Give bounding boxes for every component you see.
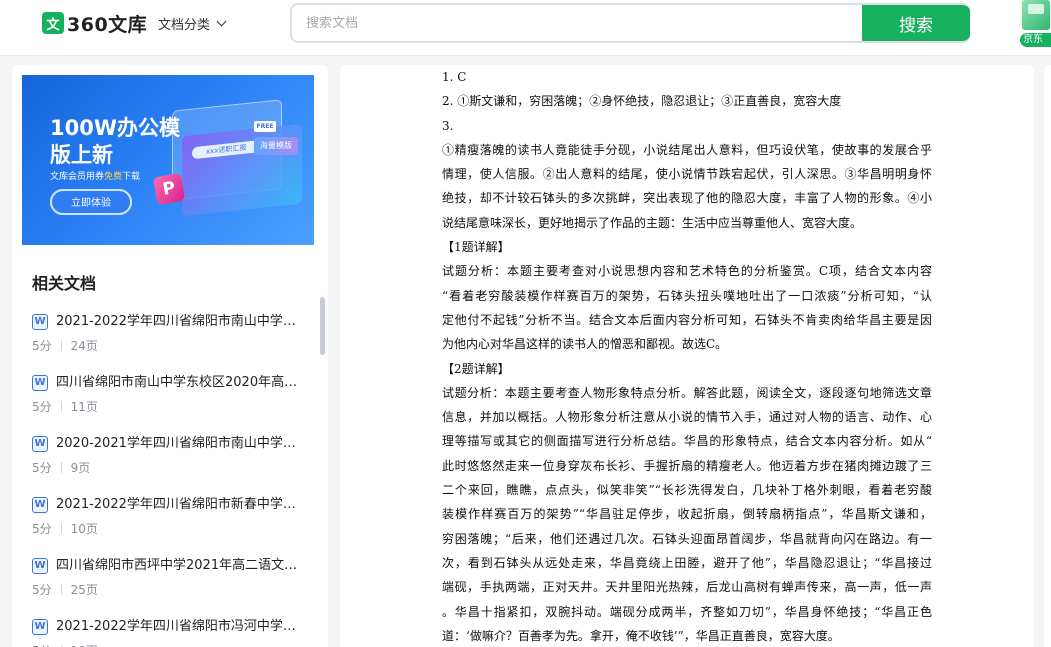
doc-score: 5分 — [32, 339, 52, 353]
related-doc-title[interactable]: 2021-2022学年四川省绵阳市南山中学高二上学期期中考试语文试题 — [56, 313, 300, 331]
document-text-line: 说结尾意味深长，更好地揭示了作品的主题：生活中应当尊重他人、宽容大度。 — [442, 215, 863, 230]
search-button[interactable]: 搜索 — [862, 5, 970, 41]
site-logo[interactable]: 文 360文库 — [42, 11, 148, 36]
document-text-line: 定他付不起钱”分析不当。结合文本后面内容分析可知，石钵头不肯卖肉给华昌主要是因 — [442, 312, 932, 327]
sidebar-scrollbar[interactable] — [320, 297, 325, 355]
document-text-line: 道：‘做嘛介？百善孝为先。拿开，俺不收钱’”，华昌正直善良，宽容大度。 — [442, 628, 840, 643]
document-text-line: 情理，使人信服。②出人意料的结尾，使小说情节跌宕起伏，引人深思。③华昌明明身怀 — [442, 167, 932, 182]
document-text-line: 此时悠悠然走来一位身穿灰布长衫、手握折扇的精瘦老人。他迈着方步在猪肉摊边踱了三 — [442, 458, 932, 473]
sidebar: xxx述职汇报 FREE 海量模版 P 100W办公模版上新 文库会员用券免费下… — [12, 65, 328, 647]
meta-divider — [60, 401, 62, 412]
word-doc-icon: W — [32, 497, 48, 513]
banner-subtitle-prefix: 文库会员用券 — [50, 172, 105, 182]
doc-pages: 11页 — [70, 400, 98, 414]
chevron-down-icon — [216, 16, 227, 27]
related-doc-title[interactable]: 2021-2022学年四川省绵阳市冯河中学高二语文期中试题 — [56, 618, 300, 636]
doc-pages: 25页 — [70, 583, 98, 597]
banner-subtitle: 文库会员用券免费下载 — [50, 169, 140, 182]
top-header: 文 360文库 文档分类 搜索 京东 — [0, 0, 1051, 56]
related-doc-item[interactable]: W 2020-2021学年四川省绵阳市南山中学高二语文期中考试题 5分 9页 — [32, 435, 312, 483]
document-text-line: 【2题详解】 — [442, 361, 510, 376]
related-doc-item[interactable]: W 四川省绵阳市西坪中学2021年高二语文上学期期中试题 5分 25页 — [32, 557, 312, 605]
banner-cta-button[interactable]: 立即体验 — [50, 189, 132, 215]
related-doc-title[interactable]: 2021-2022学年四川省绵阳市新春中学高二语文上学期期中试题 — [56, 496, 300, 514]
gift-box-icon — [1022, 0, 1050, 30]
related-doc-meta: 5分 9页 — [32, 459, 90, 476]
related-doc-item[interactable]: W 2021-2022学年四川省绵阳市新春中学高二语文上学期期中试题 5分 10页 — [32, 496, 312, 544]
related-doc-item[interactable]: W 2021-2022学年四川省绵阳市南山中学高二上学期期中考试语文试题 5分 24页 — [32, 313, 312, 361]
document-text-line: 3. — [442, 118, 454, 133]
word-doc-icon: W — [32, 558, 48, 574]
word-doc-icon: W — [32, 314, 48, 330]
search-bar: 搜索 — [290, 3, 970, 43]
related-doc-title[interactable]: 2020-2021学年四川省绵阳市南山中学高二语文期中考试题 — [56, 435, 300, 453]
document-text-line: 为他内心对华昌这样的读书人的憎恶和鄙视。故选C。 — [442, 337, 728, 352]
document-text-line: 装模作样赛百万的架势”“华昌驻足停步，收起折扇，倒转扇柄指点”，华昌斯文谦和， — [442, 507, 932, 522]
category-dropdown[interactable]: 文档分类 — [158, 14, 227, 33]
doc-score: 5分 — [32, 583, 52, 597]
document-text-line: 信息，并加以概括。人物形象分析注意从小说的情节入手，通过对人物的语言、动作、心 — [442, 410, 932, 425]
doc-pages: 10页 — [70, 522, 98, 536]
word-doc-icon: W — [32, 375, 48, 391]
doc-pages: 24页 — [70, 339, 98, 353]
meta-divider — [60, 462, 62, 473]
banner-subtitle-suffix: 下载 — [122, 172, 141, 182]
related-doc-title[interactable]: 四川省绵阳市西坪中学2021年高二语文上学期期中试题 — [56, 557, 300, 575]
search-input[interactable] — [292, 5, 862, 41]
doc-score: 5分 — [32, 522, 52, 536]
document-text-line: 穷困落魄；“后来，他们还遇过几次。石钵头迎面昂首阔步，华昌就背向闪在路边。有一 — [442, 531, 932, 546]
promo-banner[interactable]: xxx述职汇报 FREE 海量模版 P 100W办公模版上新 文库会员用券免费下… — [22, 75, 314, 245]
jd-ad[interactable]: 京东 — [1018, 0, 1051, 48]
related-doc-title[interactable]: 四川省绵阳市南山中学东校区2020年高二语文上学期期中试题 — [56, 374, 300, 392]
category-label: 文档分类 — [158, 18, 211, 33]
document-text-line: 次，看到石钵头从远处走来，华昌竟绕上田塍，避开了他”，华昌隐忍退让；“华昌接过 — [442, 555, 932, 570]
document-text-line: “看着老穷酸装模作样赛百万的架势，石钵头扭头噗地吐出了一口浓痰”分析可知，“认 — [442, 288, 932, 303]
document-text-line: 试题分析：本题主要考查对小说思想内容和艺术特色的分析鉴赏。C项，结合文本内容 — [442, 264, 932, 279]
banner-template-tag: 海量模版 — [254, 137, 298, 155]
related-docs-title: 相关文档 — [32, 274, 97, 293]
document-text-line: 端砚，手执两端，正对天井。天井里阳光热辣，后龙山高树有蝉声传来，高一声，低一声 — [442, 580, 932, 595]
document-text-line: 2. ①斯文谦和，穷困落魄；②身怀绝技，隐忍退让；③正直善良，宽容大度 — [442, 94, 842, 109]
doc-pages: 9页 — [70, 461, 91, 475]
doc-score: 5分 — [32, 461, 52, 475]
related-doc-item[interactable]: W 2021-2022学年四川省绵阳市冯河中学高二语文期中试题 5分10页 — [32, 618, 312, 647]
document-text-line: ①精瘦落魄的读书人竟能徒手分砚，小说结尾出人意料，但巧设伏笔，使故事的发展合乎 — [442, 142, 932, 157]
banner-cta-label: 立即体验 — [50, 189, 132, 215]
document-viewer: 1. C 2. ①斯文谦和，穷困落魄；②身怀绝技，隐忍退让；③正直善良，宽容大度 3… — [340, 65, 1034, 647]
right-panel-edge — [1044, 65, 1051, 647]
ppt-icon: P — [152, 172, 186, 206]
banner-title: 100W办公模版上新 — [50, 116, 180, 167]
document-text-line: 二个来回，瞧瞧，点点头，似笑非笑”“长衫洗得发白，几块补丁格外刺眼，看着老穷酸 — [442, 483, 932, 498]
banner-card-text: xxx述职汇报 — [192, 139, 262, 160]
related-doc-meta: 5分 10页 — [32, 520, 98, 537]
banner-subtitle-free: 免费 — [104, 172, 123, 182]
document-page: 1. C 2. ①斯文谦和，穷困落魄；②身怀绝技，隐忍退让；③正直善良，宽容大度 3… — [442, 65, 932, 647]
document-text-line: 理等描写或其它的侧面描写进行分析总结。华昌的形象特点，结合文本内容分析。如从“ — [442, 434, 932, 449]
jd-ad-label: 京东 — [1020, 33, 1051, 47]
meta-divider — [60, 340, 62, 351]
related-doc-meta: 5分 11页 — [32, 398, 98, 415]
document-text-line: 【1题详解】 — [442, 240, 510, 255]
related-doc-item[interactable]: W 四川省绵阳市南山中学东校区2020年高二语文上学期期中试题 5分 11页 — [32, 374, 312, 422]
related-doc-meta: 5分10页 — [32, 642, 98, 647]
logo-text: 360文库 — [67, 13, 148, 36]
related-doc-meta: 5分 24页 — [32, 337, 98, 354]
meta-divider — [60, 523, 62, 534]
document-text-line: 。华昌十指紧扣，双腕抖动。端砚分成两半，齐整如刀切”，华昌身怀绝技；“华昌正色 — [442, 604, 932, 619]
related-doc-meta: 5分 25页 — [32, 581, 98, 598]
word-doc-icon: W — [32, 436, 48, 452]
document-text-line: 1. C — [442, 70, 467, 84]
document-text-line: 绝技，却不计较石钵头的多次挑衅，突出表现了他的隐忍大度，丰富了人物的形象。④小 — [442, 191, 932, 206]
logo-icon: 文 — [42, 12, 64, 34]
word-doc-icon: W — [32, 619, 48, 635]
meta-divider — [60, 584, 62, 595]
banner-free-tag: FREE — [254, 121, 276, 132]
document-text-line: 试题分析：本题主要考查人物形象特点分析。解答此题，阅读全文，逐段逐句地筛选文章 — [442, 385, 932, 400]
doc-score: 5分 — [32, 400, 52, 414]
